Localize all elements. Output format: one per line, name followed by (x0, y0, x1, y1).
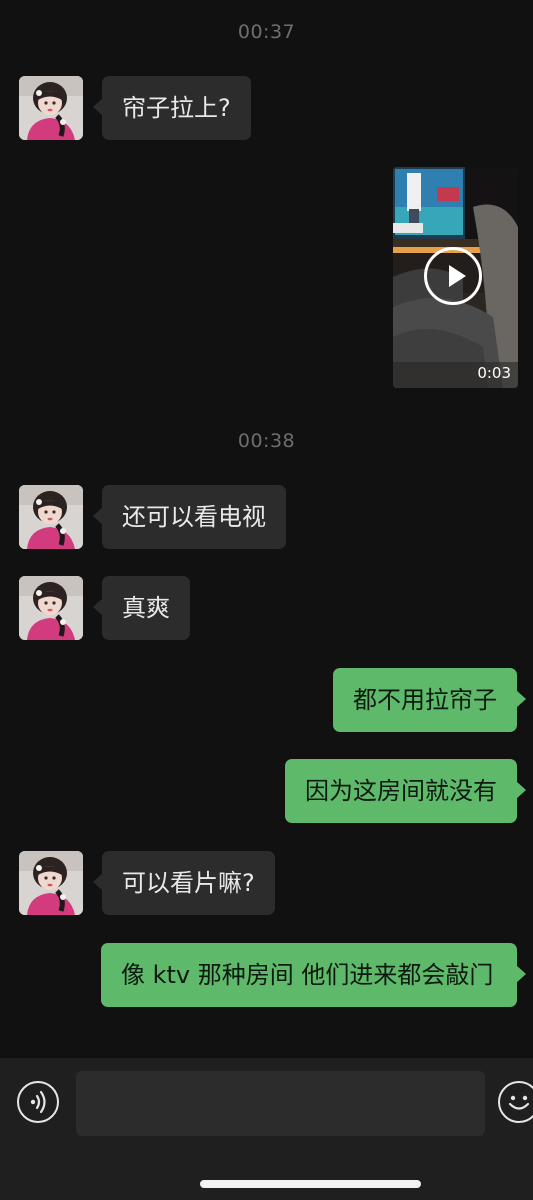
outgoing-message-bubble[interactable]: 都不用拉帘子 (333, 668, 526, 732)
input-toolbar (0, 1058, 533, 1200)
contact-avatar[interactable] (19, 851, 83, 915)
video-message[interactable]: 0:03 (393, 167, 518, 388)
voice-icon[interactable] (17, 1081, 59, 1123)
incoming-message: 真爽 (19, 576, 190, 640)
message-timestamp: 00:38 (237, 430, 296, 452)
emoji-icon[interactable] (498, 1081, 533, 1123)
contact-avatar[interactable] (19, 576, 83, 640)
contact-avatar[interactable] (19, 76, 83, 140)
message-bubble[interactable]: 还可以看电视 (93, 485, 286, 549)
chat-history[interactable]: 00:37 帘子拉上? 0:03 00:38 还可以看电视 真爽 都不用拉帘子 … (0, 0, 533, 1058)
message-bubble[interactable]: 帘子拉上? (93, 76, 251, 140)
message-timestamp: 00:37 (237, 21, 296, 43)
play-icon[interactable] (424, 247, 482, 305)
message-bubble[interactable]: 真爽 (93, 576, 190, 640)
incoming-message: 帘子拉上? (19, 76, 251, 140)
message-input[interactable] (76, 1071, 485, 1136)
message-bubble[interactable]: 可以看片嘛? (93, 851, 275, 915)
incoming-message: 还可以看电视 (19, 485, 286, 549)
incoming-message: 可以看片嘛? (19, 851, 275, 915)
outgoing-message-bubble[interactable]: 像 ktv 那种房间 他们进来都会敲门 (101, 943, 526, 1007)
video-duration: 0:03 (477, 364, 511, 382)
contact-avatar[interactable] (19, 485, 83, 549)
home-indicator (200, 1180, 421, 1188)
outgoing-message-bubble[interactable]: 因为这房间就没有 (285, 759, 526, 823)
